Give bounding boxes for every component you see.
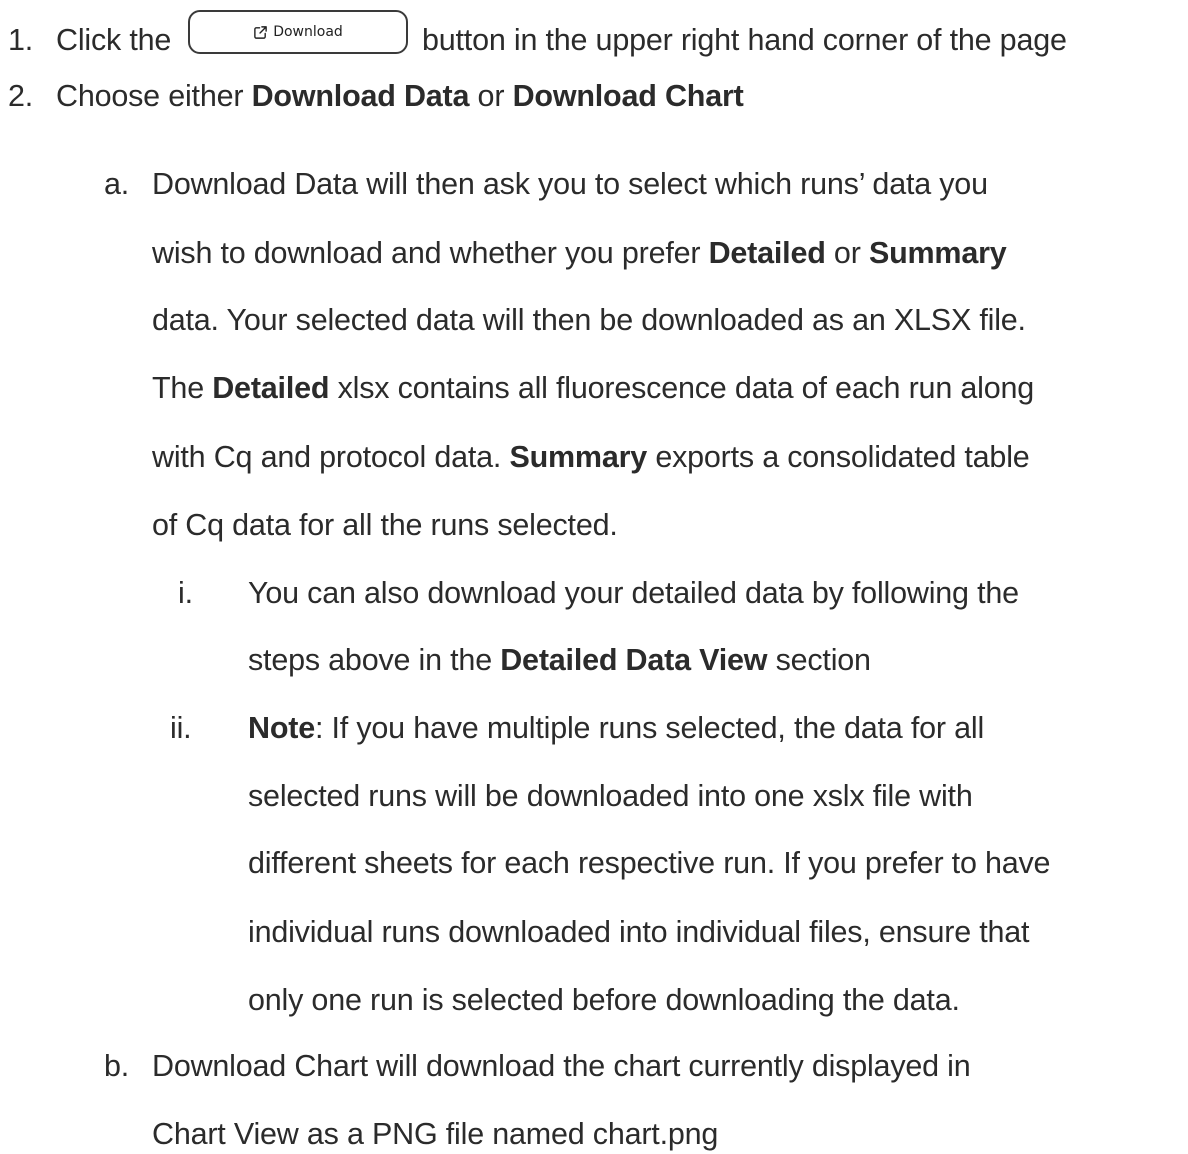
substep-a-marker: a. [104, 167, 130, 201]
step-1-suffix: button in the upper right hand corner of… [422, 23, 1067, 57]
step-2-text: Choose either Download Data or Download … [56, 79, 744, 113]
step-1-prefix: Click the [56, 23, 172, 57]
substep-b-marker: b. [104, 1049, 130, 1083]
download-button-label: Download [273, 24, 343, 40]
download-chart-option: Download Chart [512, 79, 744, 113]
download-data-option: Download Data [251, 79, 470, 113]
step-2-marker: 2. [8, 79, 34, 113]
substep-ii-marker: ii. [170, 711, 192, 745]
download-button-illustration: Download [188, 10, 408, 54]
substep-i-marker: i. [178, 576, 193, 610]
note-label: Note [248, 711, 315, 745]
step-1-marker: 1. [8, 23, 34, 57]
detailed-data-view-link-text: Detailed Data View [500, 643, 768, 677]
external-link-icon [254, 25, 268, 39]
